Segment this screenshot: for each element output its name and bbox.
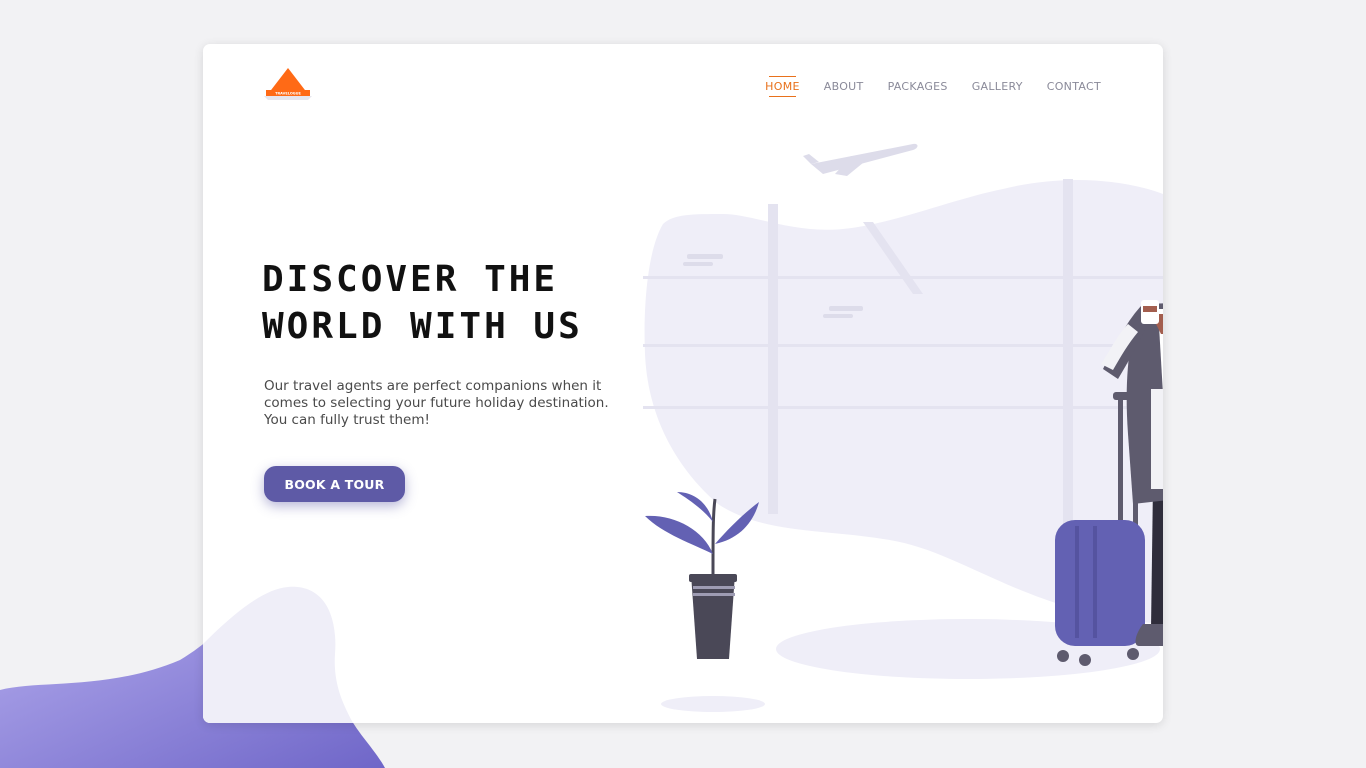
nav-contact[interactable]: CONTACT (1047, 80, 1101, 95)
landing-card: TRAVELOGUE HOME ABOUT PACKAGES GALLERY C… (203, 44, 1163, 723)
book-tour-button[interactable]: BOOK A TOUR (264, 466, 405, 502)
nav-gallery[interactable]: GALLERY (972, 80, 1023, 95)
brand-logo[interactable]: TRAVELOGUE (263, 68, 313, 104)
hero-illustration (643, 143, 1163, 712)
hero-description: Our travel agents are perfect companions… (264, 378, 609, 428)
airplane-icon (803, 143, 918, 176)
nav-about[interactable]: ABOUT (824, 80, 864, 95)
logo-text: TRAVELOGUE (275, 91, 301, 95)
nav-home[interactable]: HOME (765, 76, 800, 97)
plant-icon (645, 492, 759, 659)
hero-title: DISCOVER THE WORLD WITH US (262, 256, 622, 350)
hero-title-line-1: DISCOVER THE (262, 259, 559, 300)
main-nav: HOME ABOUT PACKAGES GALLERY CONTACT (765, 76, 1101, 97)
hero-title-line-2: WORLD WITH US (262, 306, 583, 347)
nav-packages[interactable]: PACKAGES (888, 80, 948, 95)
